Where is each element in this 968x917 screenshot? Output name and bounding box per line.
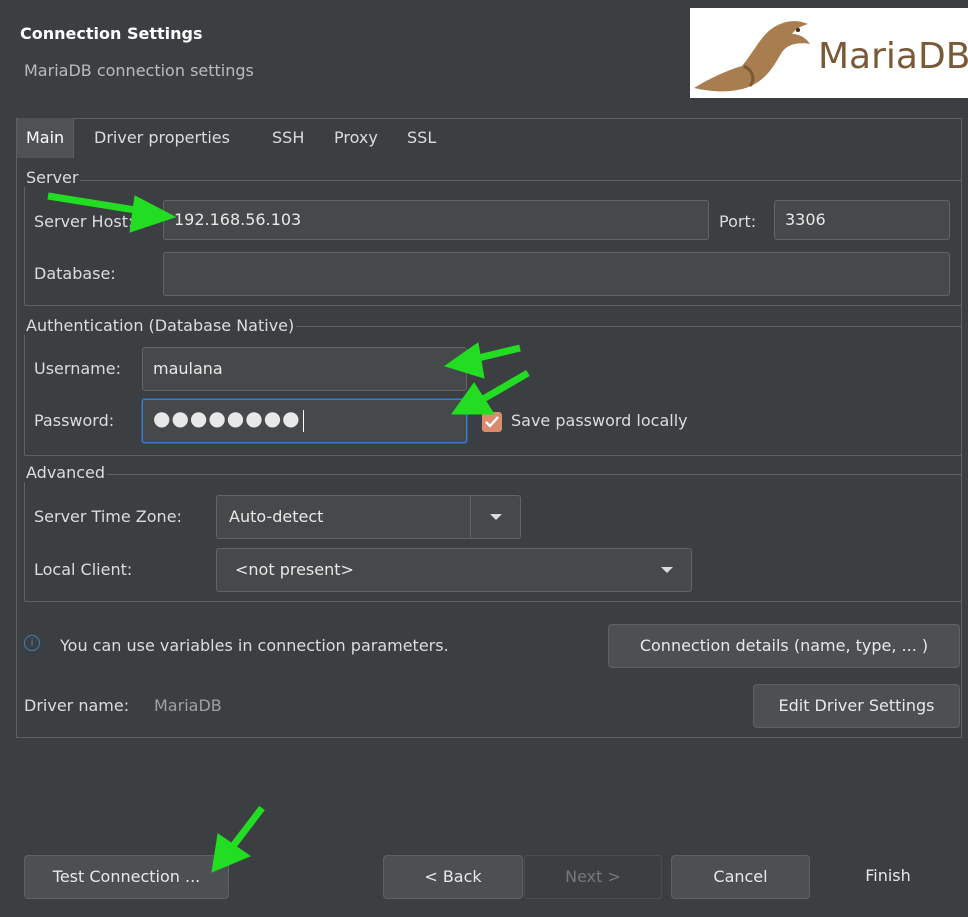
chevron-down-icon[interactable] — [490, 514, 502, 520]
port-input[interactable]: 3306 — [774, 200, 950, 240]
advanced-legend: Advanced — [24, 463, 108, 482]
driver-name-label: Driver name: — [24, 696, 130, 715]
dialog-subtitle: MariaDB connection settings — [24, 61, 254, 80]
driver-name-value: MariaDB — [154, 696, 222, 715]
test-connection-button[interactable]: Test Connection ... — [24, 855, 229, 899]
tab-proxy[interactable]: Proxy — [325, 118, 387, 158]
tab-driver-properties[interactable]: Driver properties — [85, 118, 239, 158]
sea-lion-icon — [694, 21, 810, 92]
cancel-button[interactable]: Cancel — [671, 855, 810, 899]
server-host-input[interactable]: 192.168.56.103 — [163, 200, 709, 240]
username-label: Username: — [34, 359, 121, 378]
variables-hint: You can use variables in connection para… — [60, 636, 449, 655]
logo-text: MariaDB — [818, 36, 968, 77]
server-legend: Server — [24, 168, 81, 187]
local-client-label: Local Client: — [34, 560, 133, 579]
timezone-label: Server Time Zone: — [34, 507, 182, 526]
timezone-select[interactable]: Auto-detect — [216, 495, 521, 539]
finish-button[interactable]: Finish — [820, 855, 956, 899]
password-label: Password: — [34, 411, 115, 430]
port-label: Port: — [719, 212, 757, 231]
text-caret — [302, 409, 304, 432]
dialog-title: Connection Settings — [20, 24, 203, 43]
password-input[interactable]: ●●●●●●●● — [142, 399, 467, 443]
server-host-label: Server Host: — [34, 212, 134, 231]
database-label: Database: — [34, 264, 116, 283]
save-password-checkbox[interactable] — [482, 412, 502, 432]
authentication-legend: Authentication (Database Native) — [24, 316, 297, 335]
database-input[interactable] — [163, 252, 950, 296]
edit-driver-settings-button[interactable]: Edit Driver Settings — [753, 684, 960, 728]
back-button[interactable]: < Back — [383, 855, 523, 899]
tab-main[interactable]: Main — [17, 118, 75, 158]
local-client-value: <not present> — [235, 560, 354, 579]
info-icon: i — [24, 635, 40, 651]
timezone-value: Auto-detect — [229, 507, 324, 526]
checkmark-icon — [485, 416, 499, 428]
connection-details-button[interactable]: Connection details (name, type, ... ) — [608, 624, 960, 668]
username-input[interactable]: maulana — [142, 347, 467, 391]
chevron-down-icon[interactable] — [661, 567, 673, 573]
mariadb-logo: MariaDB — [690, 8, 968, 98]
local-client-select[interactable]: <not present> — [216, 548, 692, 592]
password-masked-value: ●●●●●●●● — [153, 406, 301, 430]
select-divider — [470, 496, 471, 538]
save-password-label[interactable]: Save password locally — [511, 411, 688, 430]
next-button[interactable]: Next > — [524, 855, 662, 899]
tab-ssl[interactable]: SSL — [398, 118, 445, 158]
tab-ssh[interactable]: SSH — [263, 118, 313, 158]
